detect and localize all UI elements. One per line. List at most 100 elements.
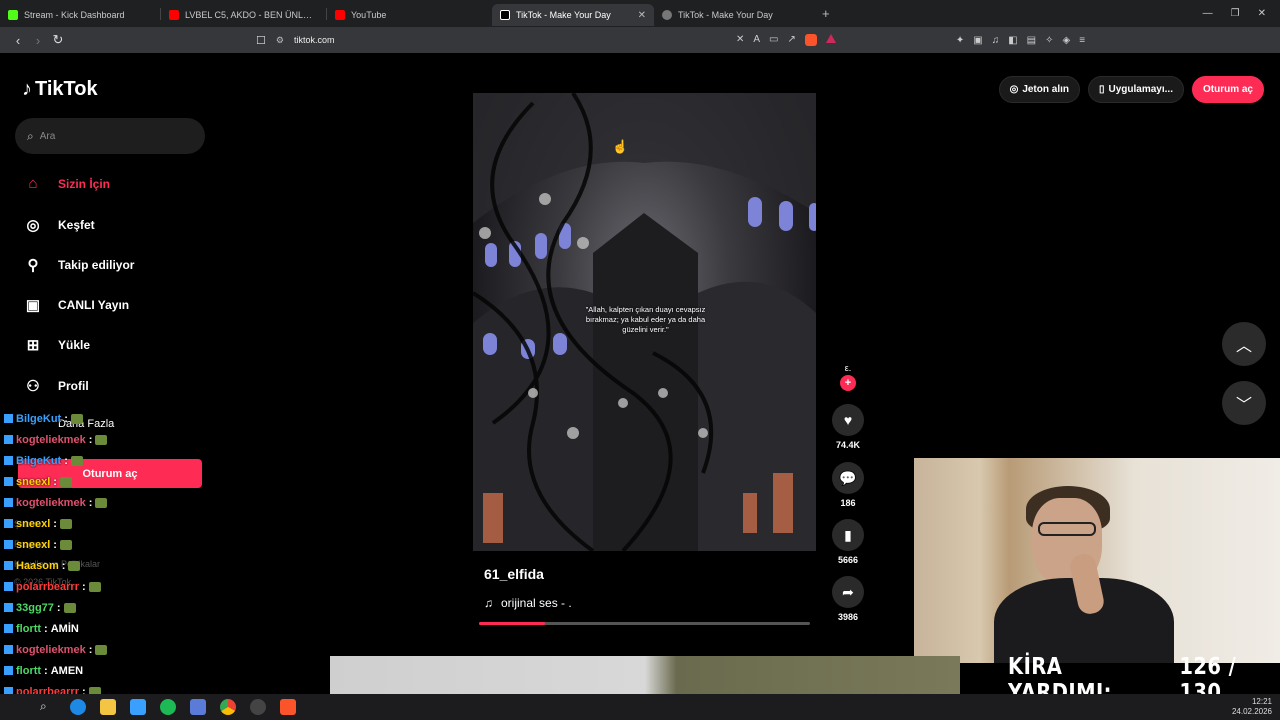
nav-label: Profil: [58, 379, 89, 393]
chat-badge-icon: [4, 519, 13, 528]
nav-explore[interactable]: ◎ Keşfet: [22, 216, 94, 234]
compass-icon: ◎: [26, 217, 40, 234]
tab-tiktok[interactable]: TikTok - Make Your Day: [654, 4, 814, 26]
nav-upload[interactable]: ⊞ Yükle: [22, 336, 90, 354]
chat-username[interactable]: kogteliekmek: [16, 434, 86, 446]
following-icon: ⚲: [27, 257, 39, 274]
forward-button[interactable]: ›: [28, 33, 48, 48]
nav-label: Takip ediliyor: [58, 258, 135, 272]
translate-icon[interactable]: A: [753, 34, 760, 46]
chat-username[interactable]: kogteliekmek: [16, 497, 86, 509]
calculator-icon[interactable]: [190, 699, 206, 715]
close-window-icon[interactable]: ✕: [1258, 8, 1266, 19]
chat-username[interactable]: BilgeKut: [16, 455, 61, 467]
cast-icon[interactable]: ▭: [769, 34, 778, 46]
creator-username[interactable]: 61_elfida: [484, 566, 544, 582]
share-button[interactable]: ➦ 3986: [830, 576, 866, 622]
chat-username[interactable]: flortt: [16, 665, 41, 677]
brave-icon[interactable]: [280, 699, 296, 715]
kick-icon: [8, 10, 18, 20]
chat-message: kogteliekmek:: [4, 639, 264, 660]
next-video-button[interactable]: ﹀: [1222, 381, 1266, 425]
tab-youtube-song[interactable]: LVBEL C5, AKDO - BEN ÜNLÜYÜM - Y: [161, 4, 326, 26]
emote-icon: [88, 581, 101, 592]
sound-link[interactable]: ♫ orijinal ses - .: [484, 596, 572, 610]
nav-live[interactable]: ▣ CANLI Yayın: [22, 296, 129, 314]
chat-username[interactable]: BilgeKut: [16, 413, 61, 425]
nav-for-you[interactable]: ⌂ Sizin İçin: [22, 175, 110, 192]
like-button[interactable]: ♥ 74.4K: [830, 404, 866, 450]
bookmark-icon[interactable]: ☐: [256, 34, 266, 47]
store-icon[interactable]: [130, 699, 146, 715]
chat-username[interactable]: sneexl: [16, 476, 50, 488]
get-coins-button[interactable]: ◎ Jeton alın: [998, 76, 1080, 103]
screenshot-icon[interactable]: ▣: [973, 35, 982, 46]
nav-profile[interactable]: ⚇ Profil: [22, 377, 89, 395]
site-info-icon[interactable]: ⚙: [276, 35, 284, 46]
file-explorer-icon[interactable]: [100, 699, 116, 715]
video-progress-bar[interactable]: [479, 622, 810, 625]
tab-youtube[interactable]: YouTube: [327, 4, 492, 26]
close-tab-icon[interactable]: ✕: [632, 10, 646, 21]
minimize-icon[interactable]: —: [1203, 8, 1213, 19]
chat-message: sneexl:: [4, 471, 264, 492]
chat-badge-icon: [4, 498, 13, 507]
tab-tiktok-active[interactable]: TikTok - Make Your Day ✕: [492, 4, 654, 26]
chat-badge-icon: [4, 666, 13, 675]
brave-rewards-icon[interactable]: [825, 34, 836, 43]
emote-icon: [59, 539, 72, 550]
comment-button[interactable]: 💬 186: [830, 462, 866, 508]
video-player[interactable]: "Allah, kalpten çıkan duayı cevapsız bır…: [473, 93, 816, 551]
no-track-icon[interactable]: ✕: [736, 34, 744, 46]
restore-icon[interactable]: ❐: [1231, 8, 1240, 19]
edge-icon[interactable]: [70, 699, 86, 715]
brave-shield-icon[interactable]: [804, 34, 817, 46]
vpn-icon[interactable]: ◈: [1063, 35, 1071, 46]
search-input[interactable]: ⌕ Ara: [15, 118, 205, 154]
nav-following[interactable]: ⚲ Takip ediliyor: [22, 256, 135, 274]
chrome-icon[interactable]: [220, 699, 236, 715]
save-button[interactable]: ▮ 5666: [830, 519, 866, 565]
youtube-icon: [169, 10, 179, 20]
extensions-icon[interactable]: ✦: [956, 35, 964, 46]
share-icon[interactable]: ↗: [787, 34, 795, 46]
video-progress-fill: [479, 622, 546, 625]
wallet-icon[interactable]: ▤: [1027, 35, 1036, 46]
tab-kick[interactable]: Stream - Kick Dashboard: [0, 4, 160, 26]
url-tools: ✕ A ▭ ↗: [736, 34, 836, 46]
chat-message: sneexl:: [4, 534, 264, 555]
chat-username[interactable]: Haasom: [16, 560, 59, 572]
url-field[interactable]: ⚙ tiktok.com ✕ A ▭ ↗: [276, 34, 836, 46]
music-icon[interactable]: ♫: [992, 35, 1000, 46]
chat-username[interactable]: polarrbearrr: [16, 581, 79, 593]
system-clock[interactable]: 12:21 24.02.2026: [1232, 697, 1272, 717]
chat-separator: :: [53, 517, 57, 530]
obs-icon[interactable]: [250, 699, 266, 715]
chat-username[interactable]: sneexl: [16, 518, 50, 530]
chat-username[interactable]: kogteliekmek: [16, 644, 86, 656]
spotify-icon[interactable]: [160, 699, 176, 715]
menu-icon[interactable]: ≡: [1079, 35, 1085, 46]
chat-message: polarrbearrr:: [4, 576, 264, 597]
header-login-button[interactable]: Oturum aç: [1191, 76, 1264, 103]
coin-icon: ◎: [1009, 84, 1019, 95]
sidebar-toggle-icon[interactable]: ◧: [1008, 35, 1017, 46]
save-count: 5666: [837, 555, 859, 565]
taskbar-search-icon[interactable]: ⌕: [40, 699, 56, 715]
reload-button[interactable]: ↻: [48, 32, 68, 48]
leo-icon[interactable]: ✧: [1045, 35, 1053, 46]
chat-badge-icon: [4, 645, 13, 654]
new-tab-button[interactable]: +: [822, 6, 830, 21]
donation-goal: KİRA YARDIMI: 126 / 130: [1008, 654, 1280, 706]
tiktok-logo[interactable]: ♪ TikTok: [22, 78, 98, 101]
back-button[interactable]: ‹: [8, 33, 28, 48]
follow-button[interactable]: +: [840, 375, 856, 391]
chat-username[interactable]: 33gg77: [16, 602, 54, 614]
chat-username[interactable]: flortt: [16, 623, 41, 635]
previous-video-button[interactable]: ︿: [1222, 322, 1266, 366]
chat-username[interactable]: sneexl: [16, 539, 50, 551]
get-app-button[interactable]: ▯ Uygulamayı...: [1088, 76, 1184, 103]
phone-icon: ▯: [1099, 84, 1105, 95]
emote-icon: [95, 644, 108, 655]
nav-label: CANLI Yayın: [58, 298, 130, 312]
